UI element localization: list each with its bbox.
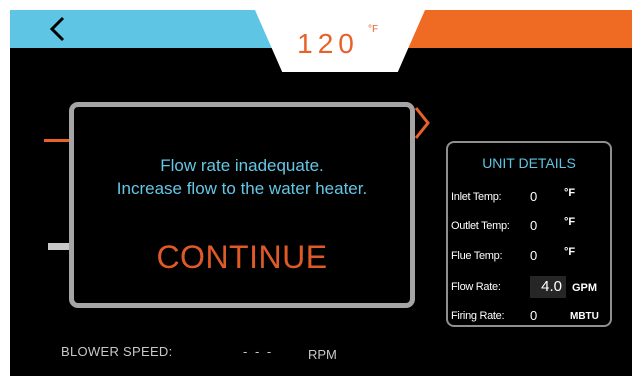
unit-row-firing-rate: Firing Rate: 0 MBTU [448, 306, 610, 326]
blower-speed-unit: RPM [308, 347, 337, 362]
flow-rate-value: 4.0 [530, 276, 566, 298]
alert-message: Flow rate inadequate. Increase flow to t… [74, 154, 410, 200]
back-button[interactable] [44, 14, 72, 44]
unit-row-label: Inlet Temp: [451, 191, 502, 203]
unit-row-label: Flue Temp: [451, 250, 503, 262]
alert-message-line-2: Increase flow to the water heater. [116, 179, 368, 198]
unit-details-panel: UNIT DETAILS Inlet Temp: 0 °F Outlet Tem… [446, 141, 612, 327]
temperature-unit: °F [368, 24, 379, 35]
unit-row-unit: MBTU [570, 311, 599, 322]
alert-message-line-1: Flow rate inadequate. [160, 156, 324, 175]
setpoint-temperature[interactable]: 120 [288, 24, 368, 64]
unit-row-unit: °F [564, 187, 576, 199]
unit-row-unit: °F [564, 216, 576, 228]
unit-row-unit: °F [564, 246, 576, 258]
unit-row-value: 0 [530, 248, 538, 263]
continue-button[interactable]: CONTINUE [114, 237, 370, 277]
unit-row-label: Firing Rate: [451, 310, 505, 322]
blower-speed-value: - - - [243, 344, 274, 359]
unit-row-label: Outlet Temp: [451, 220, 510, 232]
unit-row-value: 0 [530, 189, 538, 204]
unit-row-value: 0 [530, 308, 538, 323]
unit-row-label: Flow Rate: [451, 281, 501, 293]
blower-speed-label: BLOWER SPEED: [61, 344, 173, 359]
chevron-right-icon [414, 107, 430, 139]
dial-indicator-gray [48, 243, 70, 250]
unit-row-flue-temp: Flue Temp: 0 °F [448, 246, 610, 266]
chevron-left-icon [49, 16, 65, 42]
unit-row-unit: GPM [572, 282, 598, 294]
dial-indicator-orange [44, 139, 72, 142]
water-heater-screen: 120 °F Flow rate inadequate. Increase fl… [10, 10, 632, 376]
unit-details-title: UNIT DETAILS [482, 155, 576, 171]
unit-row-outlet-temp: Outlet Temp: 0 °F [448, 216, 610, 236]
unit-row-inlet-temp: Inlet Temp: 0 °F [448, 187, 610, 207]
flow-alert-dialog: Flow rate inadequate. Increase flow to t… [69, 102, 415, 308]
unit-row-value: 0 [530, 218, 538, 233]
unit-row-flow-rate: Flow Rate: 4.0 GPM [448, 276, 610, 298]
